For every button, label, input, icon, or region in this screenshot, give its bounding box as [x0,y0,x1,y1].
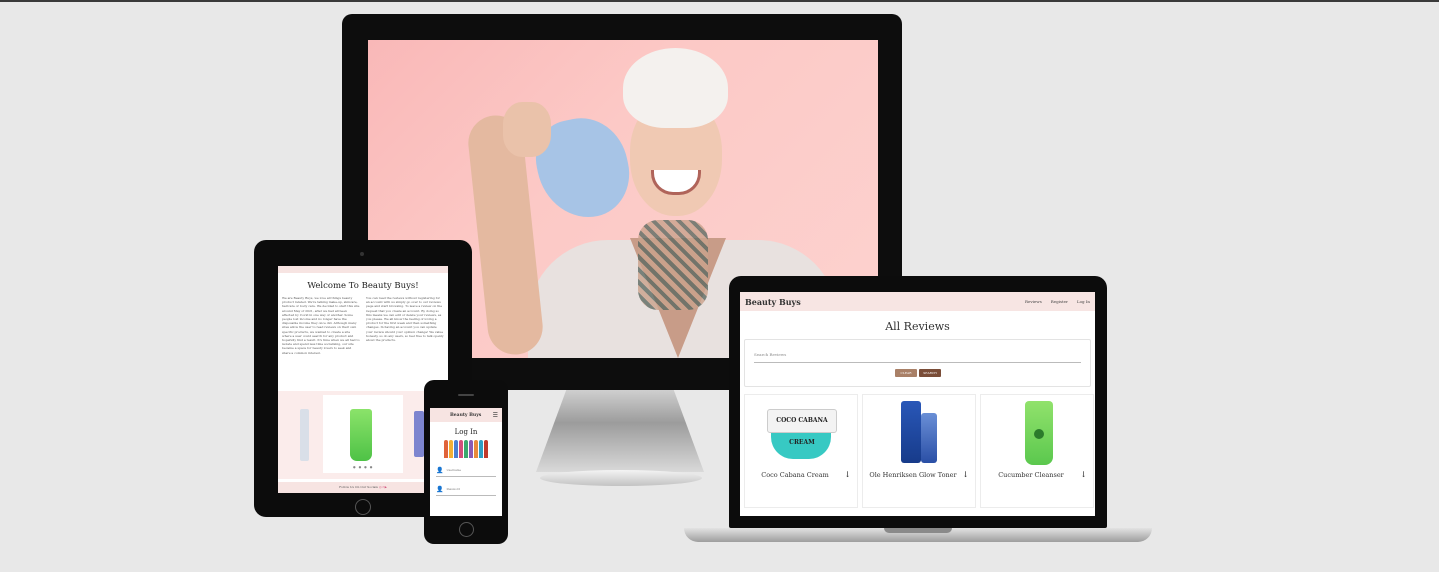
tube-logo [1034,429,1044,439]
laptop-notch [884,528,952,533]
search-button[interactable]: SEARCH [919,369,941,377]
brand-logo[interactable]: Beauty Buys [450,413,481,418]
top-border [0,0,1439,2]
person-figure [474,440,478,458]
nav-login-link[interactable]: Log In [1077,299,1090,304]
person-figure [444,440,448,458]
product-name: Cucumber Cleanser [998,471,1064,479]
people-illustration [430,440,502,458]
arrow-down-icon[interactable]: ↓ [962,470,969,479]
clear-button[interactable]: CLEAR [895,369,917,377]
laptop-navbar: Beauty Buys Reviews Register Log In [740,292,1095,311]
about-column-2: You can read the reviews without registe… [366,296,444,343]
product-name: Coco Cabana Cream [761,471,829,479]
arrow-down-icon[interactable]: ↓ [1080,470,1087,479]
lock-icon: 👤 [436,485,444,493]
carousel-slide [323,395,403,473]
username-field[interactable]: 👤 Username [436,464,496,477]
tablet-camera [360,252,364,256]
product-image-secondary [921,413,937,463]
login-title: Log In [454,428,478,436]
carousel-next-product[interactable] [414,411,424,457]
hand [503,102,551,157]
product-name: Ole Henriksen Glow Toner [869,471,957,479]
instagram-icon[interactable]: ◎ [379,485,382,489]
username-label: Username [446,468,462,472]
tablet-screen: Welcome To Beauty Buys! We are Beauty Bu… [278,266,448,493]
review-cards: COCO CABANA CREAM Coco Cabana Cream ↓ Ol… [744,394,1094,508]
phone-speaker [458,394,474,396]
product-image: COCO CABANA CREAM [767,409,837,461]
header-band [278,266,448,273]
carousel-prev-product[interactable] [300,409,309,461]
monitor-base [540,470,702,486]
search-input[interactable]: Search Reviews [754,348,1081,363]
footer: Follow Us On Our Socials ◎ f ▶ [278,482,448,493]
nav-reviews-link[interactable]: Reviews [1025,299,1042,304]
search-panel: Search Reviews CLEAR SEARCH [744,339,1091,387]
product-carousel: ● ● ● ● [278,391,448,479]
password-label: Password [446,487,460,491]
person-figure [479,440,483,458]
arrow-down-icon[interactable]: ↓ [844,470,851,479]
carousel-indicators[interactable]: ● ● ● ● [353,465,373,469]
person-figure [449,440,453,458]
hair-towel [623,48,728,128]
phone-home-button [459,522,474,537]
tub-lid: COCO CABANA CREAM [767,409,837,446]
tablet-home-button [355,499,371,515]
page-title: All Reviews [885,320,950,333]
person-figure [464,440,468,458]
youtube-icon[interactable]: ▶ [385,485,387,489]
monitor-stand [536,390,704,472]
nav-register-link[interactable]: Register [1051,299,1068,304]
brand-logo[interactable]: Beauty Buys [745,297,801,307]
search-buttons: CLEAR SEARCH [895,369,941,377]
hamburger-menu-icon[interactable]: ☰ [493,412,498,419]
person-figure [469,440,473,458]
product-image [350,409,372,461]
about-text: We are Beauty Buys, we love all things b… [278,296,448,355]
review-card[interactable]: Ole Henriksen Glow Toner ↓ [862,394,976,508]
facebook-icon[interactable]: f [383,485,384,489]
tattoo [638,220,708,310]
nav-links: Reviews Register Log In [1025,299,1090,304]
person-figure [454,440,458,458]
person-figure [459,440,463,458]
product-image [1025,401,1053,465]
review-card[interactable]: Cucumber Cleanser ↓ [980,394,1094,508]
product-image [901,401,921,463]
footer-socials-text: Follow Us On Our Socials [339,485,378,489]
about-column-1: We are Beauty Buys, we love all things b… [282,296,360,355]
welcome-title: Welcome To Beauty Buys! [307,281,419,291]
phone-navbar: Beauty Buys ☰ [430,408,502,422]
password-field[interactable]: 👤 Password [436,483,496,496]
laptop-screen: Beauty Buys Reviews Register Log In All … [740,292,1095,516]
review-card[interactable]: COCO CABANA CREAM Coco Cabana Cream ↓ [744,394,858,508]
phone-screen: Beauty Buys ☰ Log In 👤 Username 👤 Passwo… [430,408,502,516]
person-figure [484,440,488,458]
user-icon: 👤 [436,466,444,474]
